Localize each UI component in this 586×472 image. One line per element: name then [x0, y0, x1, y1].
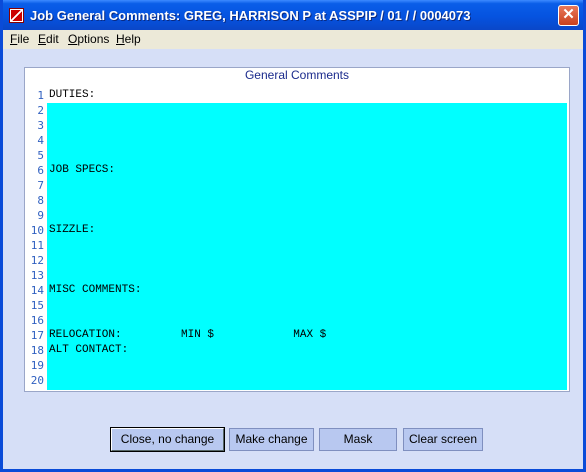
line-number: 18 [30, 344, 44, 357]
line-number: 17 [30, 329, 44, 342]
editor-line[interactable]: 3 [27, 118, 567, 133]
menu-bar: File Edit Options Help [3, 30, 583, 49]
line-number: 1 [37, 89, 44, 102]
editor-line[interactable]: 5 [27, 148, 567, 163]
clear-screen-button[interactable]: Clear screen [403, 428, 483, 451]
title-bar[interactable]: Job General Comments: GREG, HARRISON P a… [3, 0, 583, 30]
menu-file[interactable]: File [10, 32, 29, 46]
editor-line[interactable]: 7 [27, 178, 567, 193]
general-comments-panel: General Comments 1 DUTIES: 2 3 4 5 6 JOB SPECS:… [24, 67, 570, 392]
app-icon [9, 8, 24, 23]
line-number: 8 [37, 194, 44, 207]
editor-line[interactable]: 6 JOB SPECS: [27, 163, 567, 178]
job-general-comments-window: Job General Comments: GREG, HARRISON P a… [0, 0, 586, 472]
line-number: 5 [37, 149, 44, 162]
editor-line[interactable]: 12 [27, 253, 567, 268]
line-number: 2 [37, 104, 44, 117]
line-number: 6 [37, 164, 44, 177]
editor-line[interactable]: 4 [27, 133, 567, 148]
line-number: 15 [30, 299, 44, 312]
line-text[interactable]: ALT CONTACT: [49, 343, 128, 358]
line-number: 14 [30, 284, 44, 297]
editor-line[interactable]: 19 [27, 358, 567, 373]
editor-line[interactable]: 18 ALT CONTACT: [27, 343, 567, 358]
editor-line[interactable]: 9 [27, 208, 567, 223]
line-text[interactable]: MISC COMMENTS: [49, 283, 141, 298]
make-change-button[interactable]: Make change [229, 428, 314, 451]
line-text[interactable]: SIZZLE: [49, 223, 95, 238]
editor-line[interactable]: 13 [27, 268, 567, 283]
line-number: 9 [37, 209, 44, 222]
line-number: 4 [37, 134, 44, 147]
close-icon: ✕ [562, 6, 575, 23]
editor-line[interactable]: 1 DUTIES: [27, 88, 567, 103]
editor-line[interactable]: 10 SIZZLE: [27, 223, 567, 238]
line-number: 19 [30, 359, 44, 372]
editor-line[interactable]: 16 [27, 313, 567, 328]
line-text[interactable]: DUTIES: [49, 88, 95, 103]
menu-options[interactable]: Options [68, 32, 109, 46]
close-button[interactable]: ✕ [558, 5, 579, 26]
line-number: 13 [30, 269, 44, 282]
editor-line[interactable]: 8 [27, 193, 567, 208]
panel-header: General Comments [244, 68, 350, 82]
line-text[interactable]: JOB SPECS: [49, 163, 115, 178]
menu-edit[interactable]: Edit [38, 32, 59, 46]
line-number: 3 [37, 119, 44, 132]
line-number: 7 [37, 179, 44, 192]
mask-button[interactable]: Mask [319, 428, 397, 451]
editor-line[interactable]: 17 RELOCATION: MIN $ MAX $ [27, 328, 567, 343]
editor-line[interactable]: 2 [27, 103, 567, 118]
line-number: 11 [30, 239, 44, 252]
line-number: 20 [30, 374, 44, 387]
editor-line[interactable]: 14 MISC COMMENTS: [27, 283, 567, 298]
editor-line[interactable]: 20 [27, 373, 567, 388]
line-number: 16 [30, 314, 44, 327]
comments-editor[interactable]: 1 DUTIES: 2 3 4 5 6 JOB SPECS: 7 8 9 10 SIZZLE: 11 12 1… [27, 88, 567, 390]
line-text[interactable]: RELOCATION: MIN $ MAX $ [49, 328, 326, 343]
window-title: Job General Comments: GREG, HARRISON P a… [30, 8, 471, 23]
editor-line[interactable]: 15 [27, 298, 567, 313]
line-number: 10 [30, 224, 44, 237]
line-number: 12 [30, 254, 44, 267]
close-no-change-button[interactable]: Close, no change [110, 427, 225, 452]
menu-help[interactable]: Help [116, 32, 141, 46]
editor-line[interactable]: 11 [27, 238, 567, 253]
